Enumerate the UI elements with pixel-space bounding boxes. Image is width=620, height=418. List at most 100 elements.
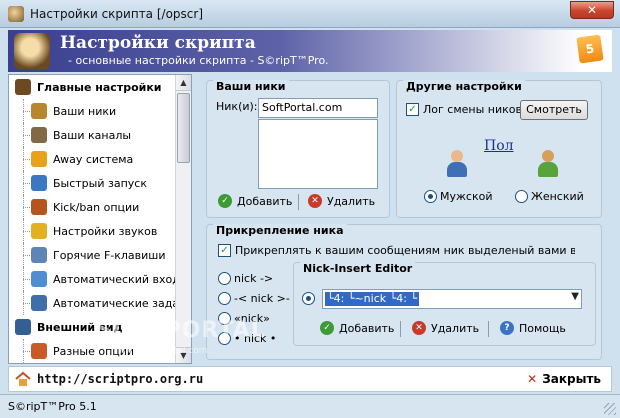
tree-item-label: Ваши ники xyxy=(53,104,117,118)
delete-format-label: Удалить xyxy=(431,321,480,335)
scroll-up-arrow-icon[interactable]: ▲ xyxy=(176,75,191,91)
nick-insert-value: └4: └~nick └4: └ xyxy=(325,292,420,306)
tree-item-1[interactable]: Ваши ники xyxy=(9,99,176,123)
tree-group-0[interactable]: Главные настройки xyxy=(9,75,176,99)
tree-item-label: Разные опции xyxy=(53,344,135,358)
female-radio[interactable] xyxy=(515,190,528,203)
female-label: Женский xyxy=(531,190,584,203)
divider xyxy=(298,194,299,210)
gender-title-link[interactable]: Пол xyxy=(484,138,514,154)
add-format-label: Добавить xyxy=(339,321,395,335)
settings-tree[interactable]: Главные настройки Ваши ники Ваши каналы Awa… xyxy=(8,74,192,364)
close-icon: ✕ xyxy=(527,372,538,386)
shield-check-icon: ✓ xyxy=(218,194,232,208)
tree-item-label: Автоматический вход xyxy=(53,272,180,286)
tree-item-label: Горячие F-клавиши xyxy=(53,248,166,262)
add-nick-label: Добавить xyxy=(237,194,293,208)
chevron-down-icon[interactable]: ▼ xyxy=(571,291,579,302)
format-label-4: • nick • xyxy=(234,332,277,345)
format-radio-2[interactable] xyxy=(218,292,231,305)
add-format-button[interactable]: ✓ Добавить xyxy=(320,321,394,335)
divider xyxy=(488,321,489,337)
delete-format-button[interactable]: ✕ Удалить xyxy=(412,321,479,335)
sidebar-scrollbar[interactable]: ▲ ▼ xyxy=(175,75,191,363)
tree-item-label: Быстрый запуск xyxy=(53,176,147,190)
header-banner: Настройки скрипта - основные настройки с… xyxy=(8,30,612,72)
homepage-link[interactable]: http://scriptpro.org.ru xyxy=(37,372,203,386)
settings-tree-list: Главные настройки Ваши ники Ваши каналы Awa… xyxy=(9,75,191,363)
tree-item-icon xyxy=(31,151,47,167)
tree-item-icon xyxy=(31,343,47,359)
tree-item-label: Ваши каналы xyxy=(53,128,132,142)
help-label: Помощь xyxy=(519,321,566,335)
bottom-bar: http://scriptpro.org.ru ✕ Закрыть xyxy=(8,366,612,392)
tree-group-10[interactable]: Внешний вид xyxy=(9,315,176,339)
home-icon xyxy=(15,371,31,386)
tree-item-icon xyxy=(31,271,47,287)
format-radio-3[interactable] xyxy=(218,312,231,325)
close-label: Закрыть xyxy=(542,372,601,386)
tree-item-3[interactable]: Away система xyxy=(9,147,176,171)
script-logo-icon xyxy=(14,33,50,69)
close-button[interactable]: ✕ Закрыть xyxy=(527,372,601,386)
tree-item-icon xyxy=(31,127,47,143)
editor-title: Nick-Insert Editor xyxy=(300,262,416,275)
nicks-panel-title: Ваши ники xyxy=(213,80,289,93)
shield-x-icon: ✕ xyxy=(412,321,426,335)
attach-checkbox[interactable]: ✓ xyxy=(218,244,231,257)
tree-item-label: Kick/ban опции xyxy=(53,200,140,214)
nick-input[interactable]: SoftPortal.com xyxy=(258,98,378,118)
resize-grip-icon[interactable] xyxy=(604,403,616,415)
tree-item-9[interactable]: Автоматические задачи xyxy=(9,291,191,315)
version-text: S©ripT™Pro 5.1 xyxy=(8,400,97,413)
nick-label: Ник(и): xyxy=(216,100,258,113)
tree-item-label: Настройки звуков xyxy=(53,224,158,238)
delete-nick-button[interactable]: ✕ Удалить xyxy=(308,194,375,208)
nick-insert-combo[interactable]: └4: └~nick └4: └ ▼ xyxy=(322,289,582,309)
header-subtitle: - основные настройки скрипта - S©ripT™Pr… xyxy=(68,54,329,67)
status-bar: S©ripT™Pro 5.1 xyxy=(0,394,620,418)
tree-item-label: Внешний вид xyxy=(37,320,123,334)
tree-item-4[interactable]: Быстрый запуск xyxy=(9,171,176,195)
header-title: Настройки скрипта xyxy=(60,33,256,53)
window-close-button[interactable]: ✕ xyxy=(570,1,614,19)
tree-item-icon xyxy=(31,247,47,263)
format-radio-1[interactable] xyxy=(218,272,231,285)
format-label-3: «nick» xyxy=(234,312,270,325)
tree-item-8[interactable]: Автоматический вход xyxy=(9,267,180,291)
softportal-badge-icon: 5 xyxy=(576,34,604,64)
attach-label: Прикреплять к вашим сообщениям ник выдел… xyxy=(235,244,575,257)
tree-item-icon xyxy=(31,103,47,119)
help-button[interactable]: ? Помощь xyxy=(500,321,566,335)
tree-item-2[interactable]: Ваши каналы xyxy=(9,123,176,147)
tree-item-label: Автоматические задачи xyxy=(53,296,192,310)
tree-item-6[interactable]: Настройки звуков xyxy=(9,219,176,243)
tree-item-label: Away система xyxy=(53,152,134,166)
tree-item-11[interactable]: Разные опции xyxy=(9,339,176,363)
tree-item-icon xyxy=(31,223,47,239)
tree-item-icon xyxy=(31,295,47,311)
scroll-thumb[interactable] xyxy=(177,93,190,163)
scroll-down-arrow-icon[interactable]: ▼ xyxy=(176,347,191,363)
title-bar: Настройки скрипта [/opscr] ✕ xyxy=(0,0,620,28)
format-radio-4[interactable] xyxy=(218,332,231,345)
tree-item-7[interactable]: Горячие F-клавиши xyxy=(9,243,176,267)
format-label-1: nick -> xyxy=(234,272,274,285)
male-label: Мужской xyxy=(440,190,493,203)
app-icon xyxy=(8,6,24,22)
male-radio[interactable] xyxy=(424,190,437,203)
tree-item-5[interactable]: Kick/ban опции xyxy=(9,195,176,219)
nick-list-box[interactable] xyxy=(258,119,378,189)
log-label: Лог смены ников xyxy=(423,103,522,116)
window-title: Настройки скрипта [/opscr] xyxy=(30,7,203,21)
format-label-2: -< nick >- xyxy=(234,292,290,305)
female-avatar-icon xyxy=(537,150,559,178)
tree-item-icon xyxy=(15,319,31,335)
tree-item-icon xyxy=(31,199,47,215)
editor-radio[interactable] xyxy=(302,292,315,305)
male-avatar-icon xyxy=(446,150,468,178)
log-checkbox[interactable]: ✓ xyxy=(406,103,419,116)
help-icon: ? xyxy=(500,321,514,335)
view-log-button[interactable]: Смотреть xyxy=(520,100,588,120)
add-nick-button[interactable]: ✓ Добавить xyxy=(218,194,292,208)
